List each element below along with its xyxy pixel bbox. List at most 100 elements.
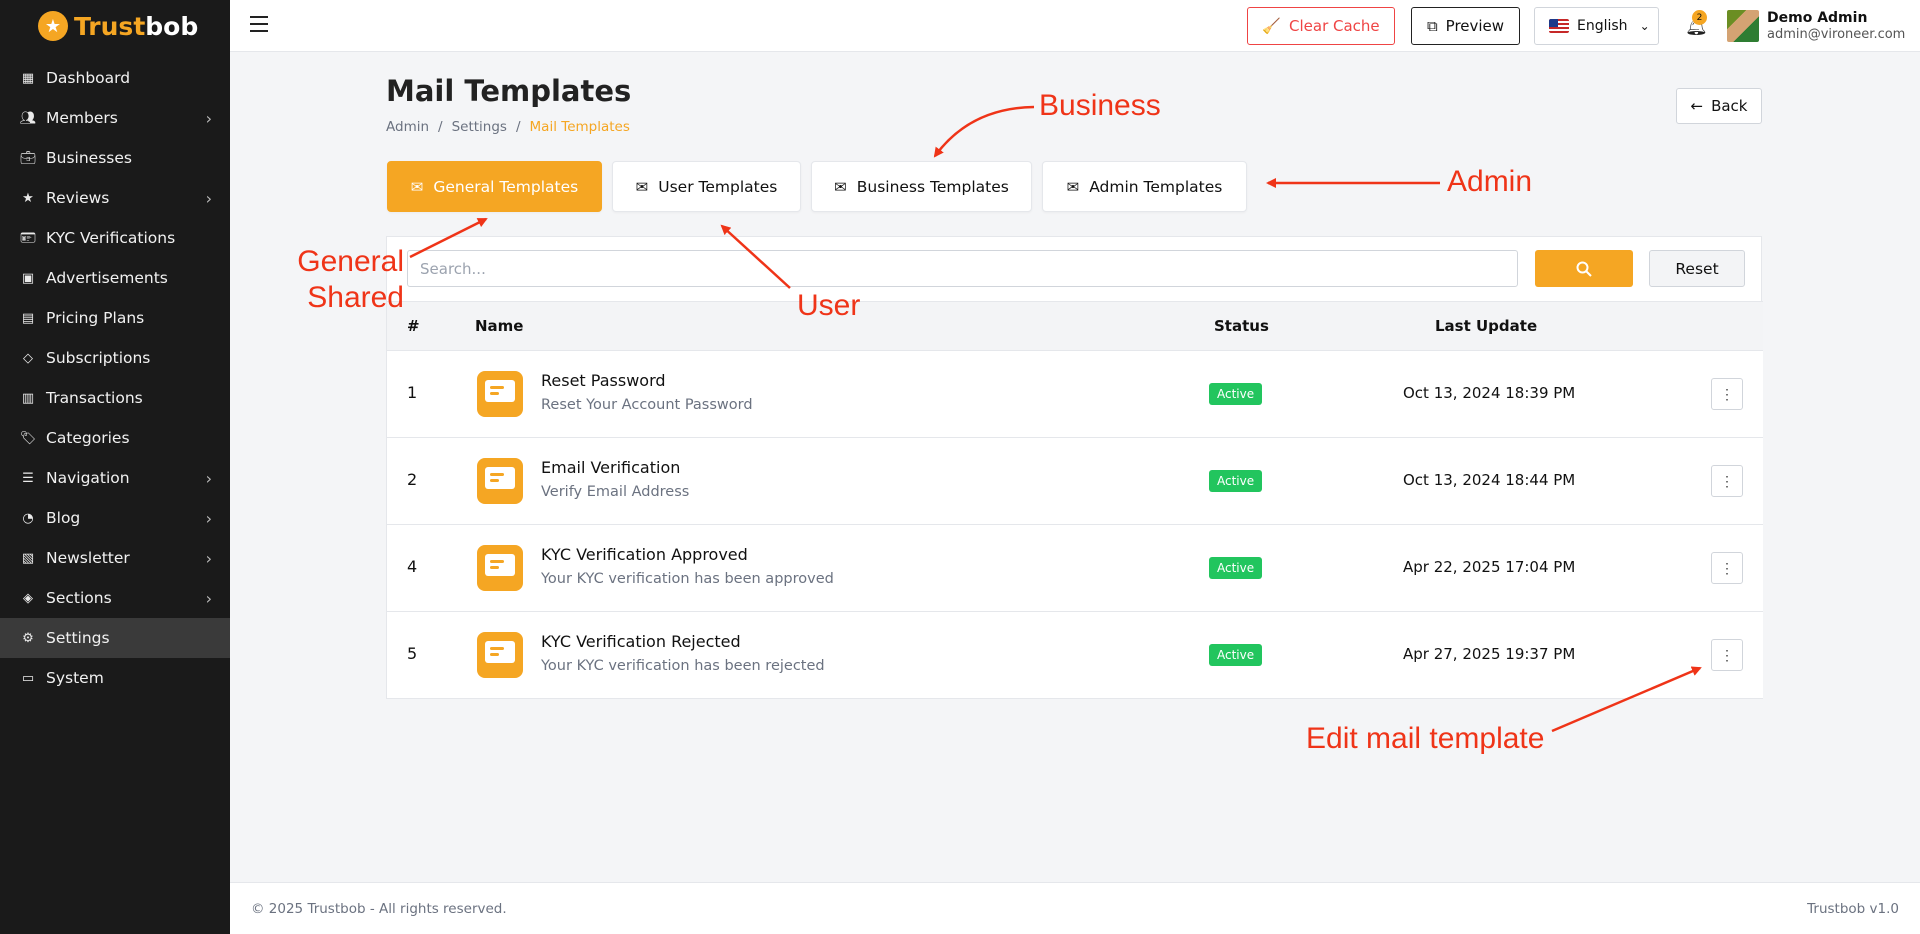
annotation-general-line1: General <box>297 245 404 278</box>
more-vertical-icon: ⋮ <box>1720 385 1734 402</box>
clear-cache-button[interactable]: 🧹 Clear Cache <box>1247 7 1395 45</box>
sidebar-item-label: System <box>46 669 104 687</box>
template-title: Email Verification <box>541 458 681 477</box>
template-title: KYC Verification Approved <box>541 545 748 564</box>
breadcrumb-settings[interactable]: Settings <box>452 119 507 135</box>
hamburger-menu-icon[interactable] <box>250 16 268 32</box>
breadcrumb-current: Mail Templates <box>529 119 630 135</box>
avatar[interactable] <box>1727 10 1759 42</box>
template-subtitle: Verify Email Address <box>541 484 690 500</box>
sidebar-item-label: Pricing Plans <box>46 309 145 327</box>
status-badge: Active <box>1209 383 1263 405</box>
sidebar-item-newsletter[interactable]: ▧ Newsletter › <box>0 538 230 578</box>
chevron-right-icon: › <box>205 188 212 208</box>
row-actions-button[interactable]: ⋮ <box>1711 465 1743 497</box>
list-icon: ☰ <box>22 470 34 486</box>
notification-badge: 2 <box>1692 10 1707 25</box>
header-name: Name <box>475 317 524 335</box>
breadcrumb-admin[interactable]: Admin <box>386 119 429 135</box>
tags-icon: 🏷︎ <box>19 430 37 446</box>
annotation-business: Business <box>1039 89 1161 122</box>
language-select[interactable]: English ⌄ <box>1534 7 1659 45</box>
sidebar-item-sections[interactable]: ◈ Sections › <box>0 578 230 618</box>
sidebar-item-transactions[interactable]: ▥ Transactions <box>0 378 230 418</box>
row-actions-button[interactable]: ⋮ <box>1711 639 1743 671</box>
search-button[interactable] <box>1535 250 1633 287</box>
back-button[interactable]: ← Back <box>1676 88 1762 124</box>
sidebar-item-reviews[interactable]: ★ Reviews › <box>0 178 230 218</box>
chevron-right-icon: › <box>205 468 212 488</box>
star-icon: ★ <box>22 190 34 206</box>
row-number: 4 <box>407 557 418 576</box>
sidebar-item-businesses[interactable]: 💼︎ Businesses <box>0 138 230 178</box>
tab-general-templates[interactable]: ✉ General Templates <box>387 161 602 212</box>
sidebar-item-label: KYC Verifications <box>46 229 176 247</box>
annotation-general: General Shared <box>296 244 404 316</box>
sidebar-item-members[interactable]: 👥︎ Members › <box>0 98 230 138</box>
search-icon <box>1576 261 1592 277</box>
sidebar-item-kyc-verifications[interactable]: 🪪︎ KYC Verifications <box>0 218 230 258</box>
reset-button[interactable]: Reset <box>1649 250 1745 287</box>
tab-user-templates[interactable]: ✉ User Templates <box>612 161 801 212</box>
sidebar-item-label: Blog <box>46 509 81 527</box>
row-actions-button[interactable]: ⋮ <box>1711 552 1743 584</box>
row-number: 5 <box>407 644 418 663</box>
preview-button[interactable]: ⧉ Preview <box>1411 7 1520 45</box>
brand-name: Trustbob <box>74 11 199 41</box>
clear-cache-label: Clear Cache <box>1289 17 1380 35</box>
last-update-date: Apr 27, 2025 19:37 PM <box>1403 645 1576 663</box>
brand-logo[interactable]: ★ Trustbob <box>0 0 230 52</box>
external-link-icon: ⧉ <box>1426 17 1438 35</box>
user-name[interactable]: Demo Admin <box>1767 10 1867 26</box>
sidebar-item-blog[interactable]: ◔ Blog › <box>0 498 230 538</box>
templates-card: Reset # Name Status Last Update 1 Reset P… <box>386 236 1763 699</box>
sidebar-item-label: Settings <box>46 629 110 647</box>
more-vertical-icon: ⋮ <box>1720 472 1734 489</box>
envelope-icon: ✉ <box>635 177 649 196</box>
row-actions-button[interactable]: ⋮ <box>1711 378 1743 410</box>
tab-business-templates[interactable]: ✉ Business Templates <box>811 161 1032 212</box>
status-badge: Active <box>1209 644 1263 666</box>
row-number: 2 <box>407 470 418 489</box>
tab-label: Admin Templates <box>1089 177 1223 196</box>
star-logo-icon: ★ <box>38 11 68 41</box>
header-num: # <box>407 317 420 335</box>
sidebar-item-label: Members <box>46 109 118 127</box>
layers-icon: ◈ <box>23 590 33 606</box>
sidebar-item-categories[interactable]: 🏷︎ Categories <box>0 418 230 458</box>
status-badge: Active <box>1209 557 1263 579</box>
sidebar-item-settings[interactable]: ⚙ Settings <box>0 618 230 658</box>
sidebar-item-label: Categories <box>46 429 130 447</box>
annotation-user: User <box>797 289 861 322</box>
user-email: admin@vironеer.com <box>1767 27 1906 42</box>
diamond-icon: ◇ <box>23 350 33 366</box>
last-update-date: Oct 13, 2024 18:44 PM <box>1403 471 1576 489</box>
sidebar-item-advertisements[interactable]: ▣ Advertisements <box>0 258 230 298</box>
server-icon: ▭ <box>21 670 35 686</box>
last-update-date: Oct 13, 2024 18:39 PM <box>1403 384 1576 402</box>
table-row: 2 Email Verification Verify Email Address A… <box>387 438 1763 525</box>
mail-template-icon <box>477 632 523 678</box>
mail-template-icon <box>477 545 523 591</box>
tab-admin-templates[interactable]: ✉ Admin Templates <box>1042 161 1247 212</box>
sidebar-item-pricing-plans[interactable]: ▤ Pricing Plans <box>0 298 230 338</box>
sidebar-item-navigation[interactable]: ☰ Navigation › <box>0 458 230 498</box>
sidebar-item-label: Dashboard <box>46 69 131 87</box>
footer-version: Trustbob v1.0 <box>1807 901 1899 917</box>
sidebar-item-subscriptions[interactable]: ◇ Subscriptions <box>0 338 230 378</box>
header-status: Status <box>1214 317 1269 335</box>
table-row: 1 Reset Password Reset Your Account Passwo… <box>387 351 1763 438</box>
template-title: Reset Password <box>541 371 666 390</box>
sidebar-item-label: Reviews <box>46 189 110 207</box>
receipt-icon: ▥ <box>21 390 35 406</box>
sidebar: ★ Trustbob ▦ Dashboard 👥︎ Members › 💼︎ Busines… <box>0 0 230 934</box>
footer: © 2025 Trustbob - All rights reserved. T… <box>230 882 1920 934</box>
footer-copyright: © 2025 Trustbob - All rights reserved. <box>251 901 507 917</box>
row-number: 1 <box>407 383 418 402</box>
search-input[interactable] <box>407 250 1518 287</box>
sidebar-item-system[interactable]: ▭ System <box>0 658 230 698</box>
template-title: KYC Verification Rejected <box>541 632 741 651</box>
gear-icon: ⚙ <box>22 630 34 646</box>
sidebar-item-dashboard[interactable]: ▦ Dashboard <box>0 58 230 98</box>
tab-label: Business Templates <box>856 177 1009 196</box>
